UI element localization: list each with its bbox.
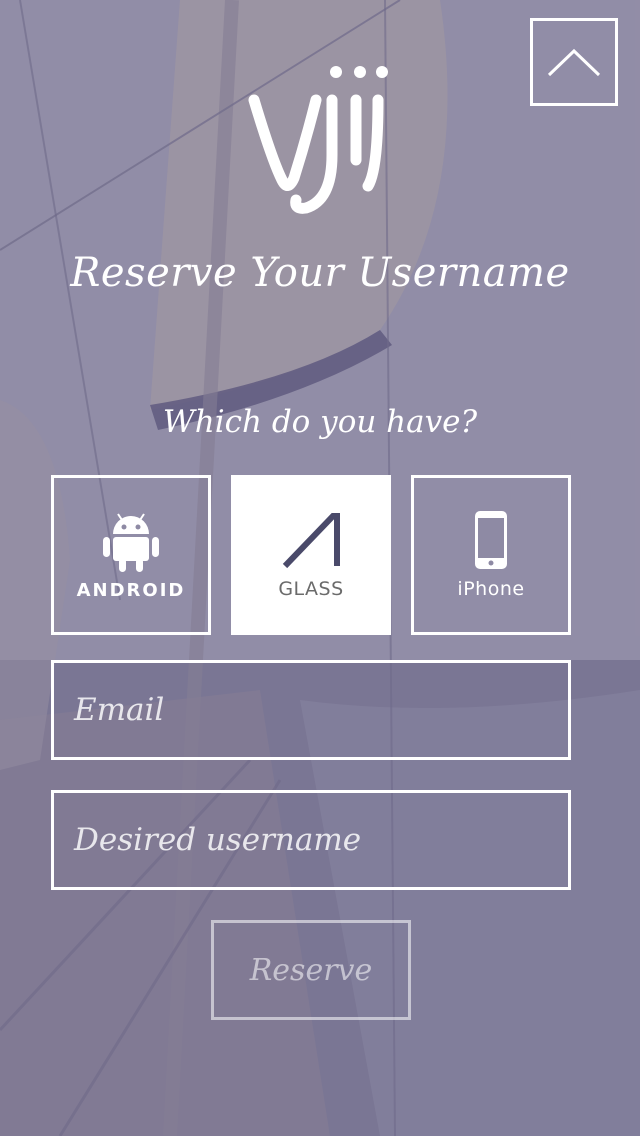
android-label: ANDROID [76, 579, 186, 601]
glass-option[interactable]: GLASS [231, 475, 391, 635]
username-field[interactable]: Desired username [51, 790, 571, 890]
glass-icon [282, 513, 340, 569]
username-placeholder: Desired username [74, 822, 362, 858]
scroll-to-top-button[interactable] [530, 18, 618, 106]
iphone-option[interactable]: iPhone [411, 475, 571, 635]
android-option[interactable]: ANDROID [51, 475, 211, 635]
glass-label: GLASS [278, 578, 344, 600]
reserve-button[interactable]: Reserve [211, 920, 411, 1020]
viji-logo [244, 60, 394, 224]
device-question: Which do you have? [162, 404, 478, 440]
page-title: Reserve Your Username [70, 250, 570, 296]
email-field[interactable]: Email [51, 660, 571, 760]
iphone-label: iPhone [457, 578, 525, 600]
reserve-button-label: Reserve [249, 952, 373, 988]
android-robot-icon [103, 512, 159, 572]
email-placeholder: Email [74, 692, 165, 728]
iphone-icon [475, 511, 507, 569]
chevron-up-icon [547, 48, 601, 77]
